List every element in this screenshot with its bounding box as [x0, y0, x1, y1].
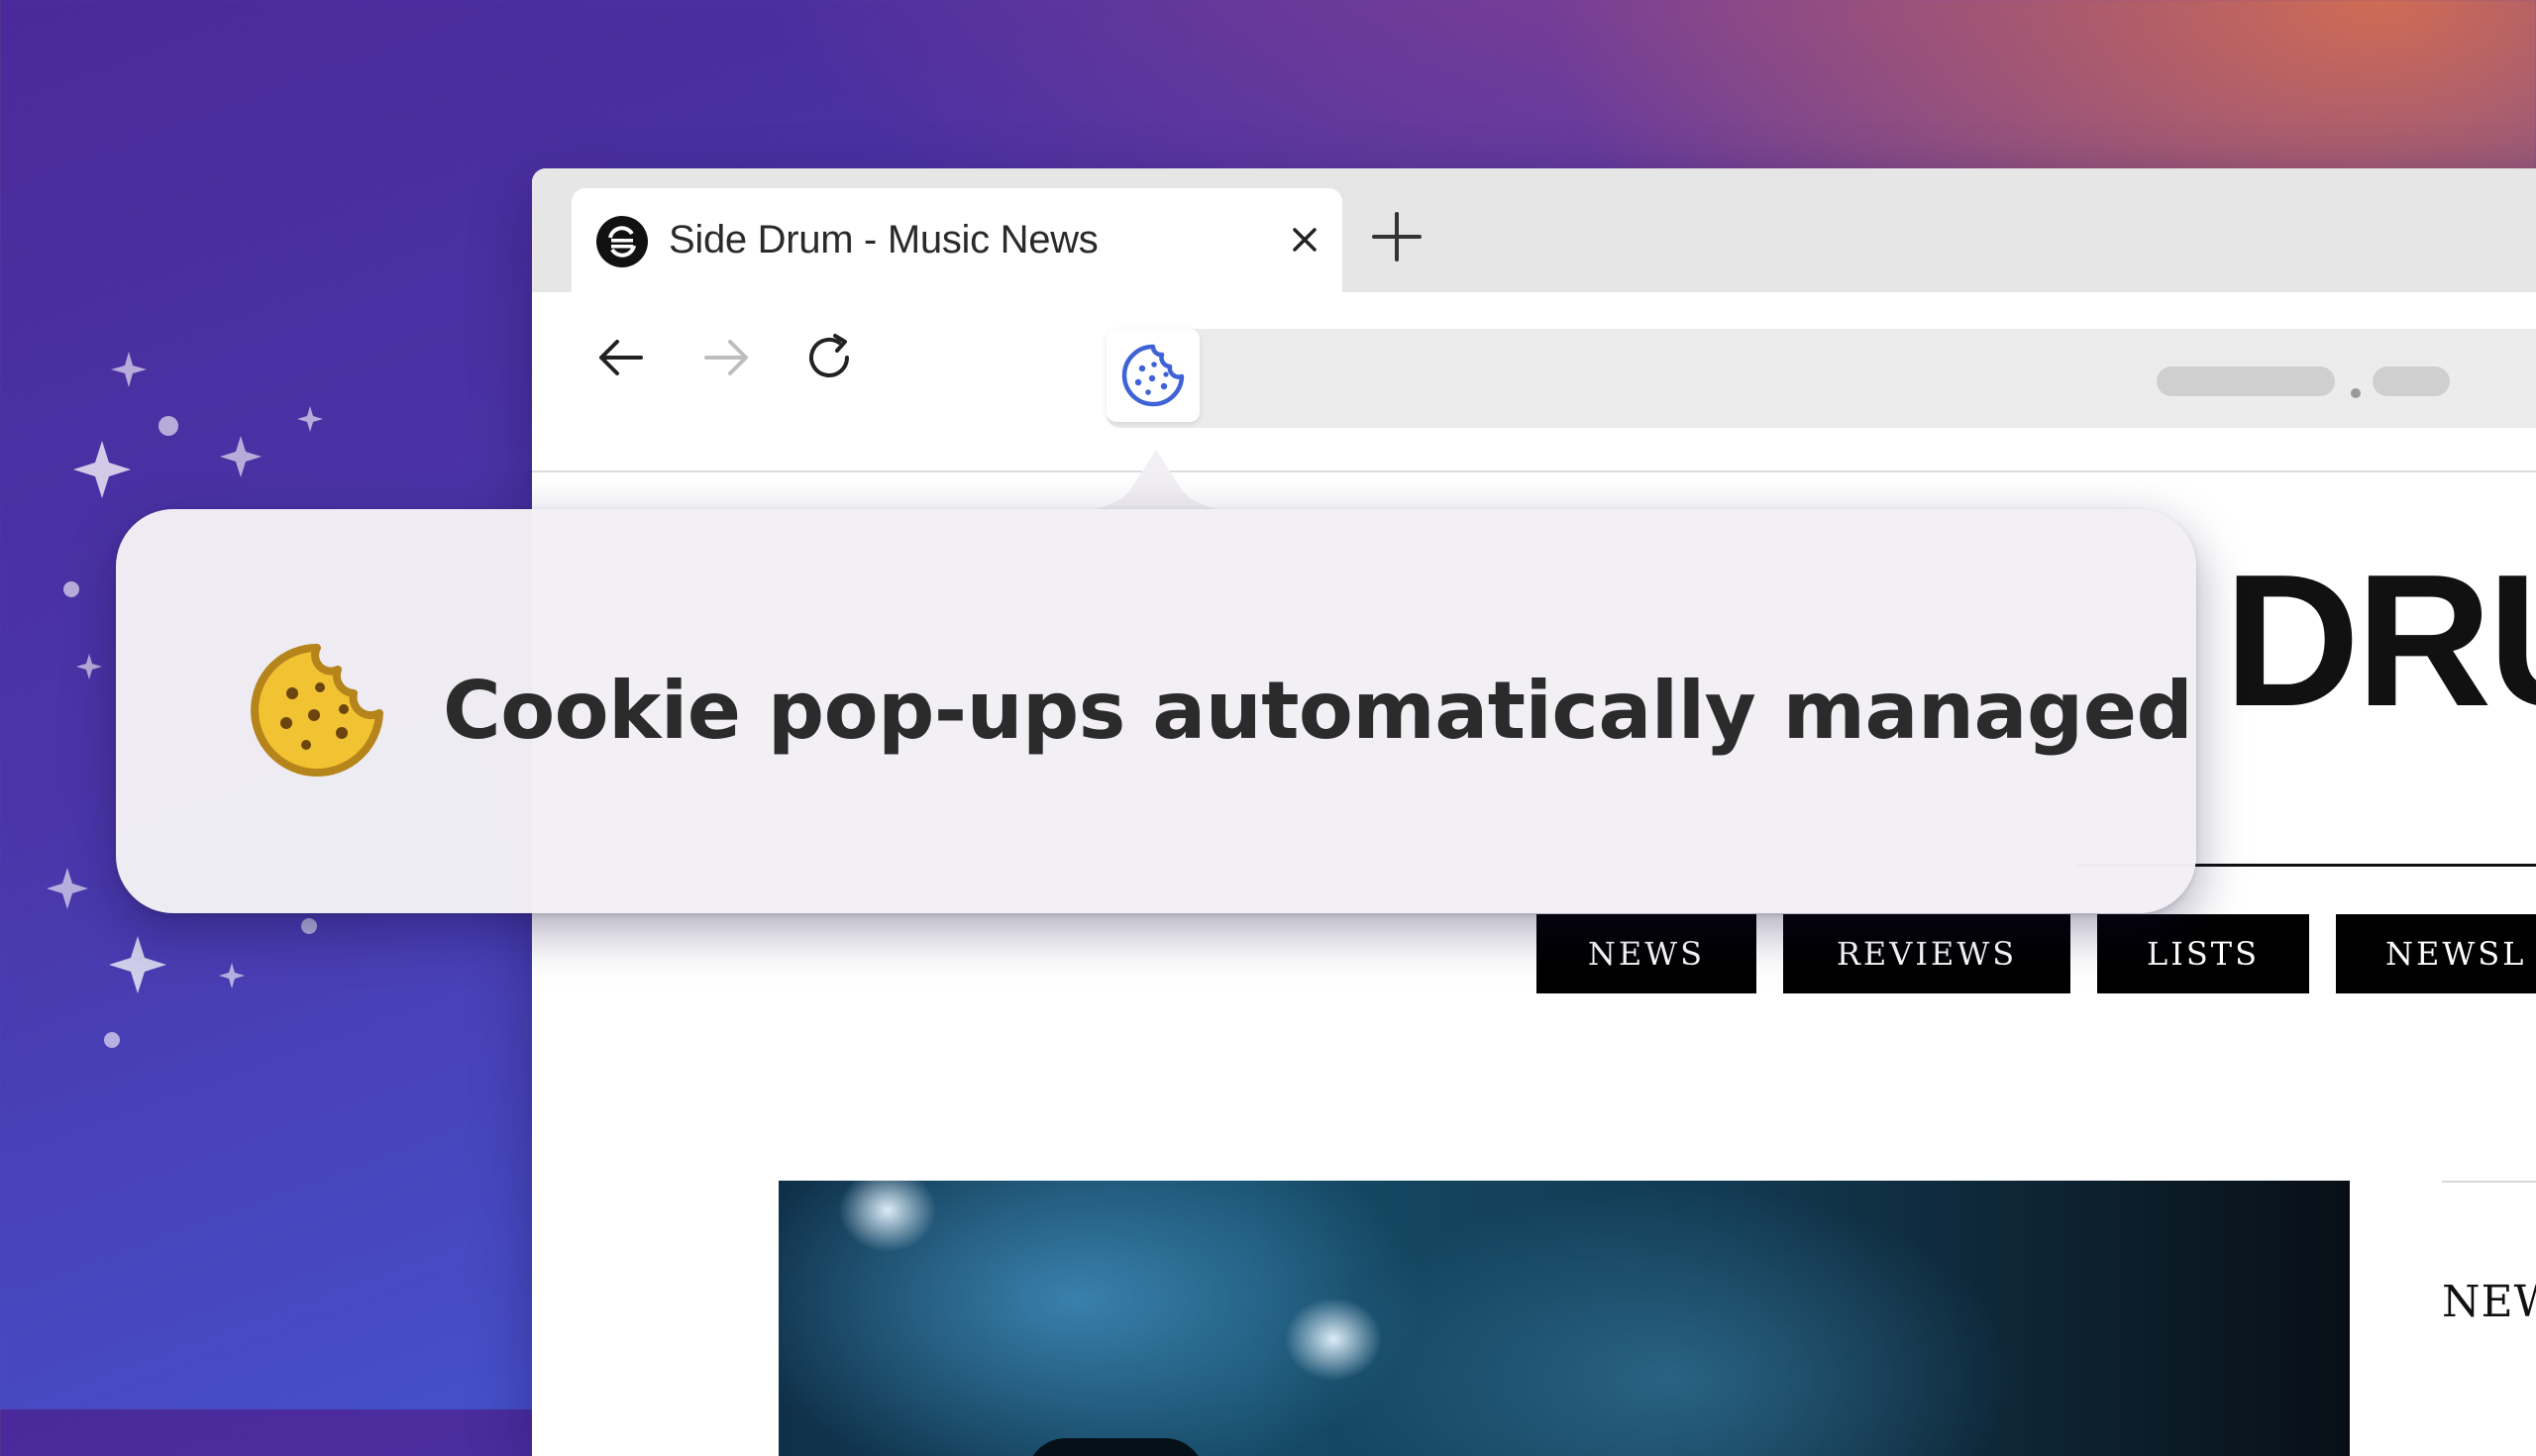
- cookie-icon: [251, 644, 383, 777]
- address-bar[interactable]: [1107, 329, 2536, 428]
- url-placeholder: [2157, 366, 2335, 396]
- site-logo[interactable]: DRU: [2224, 547, 2536, 735]
- tab-title: Side Drum - Music News: [669, 218, 1099, 261]
- sidebar-heading: NEW: [2442, 1277, 2536, 1327]
- hero-silhouette: [1026, 1438, 1205, 1456]
- divider: [2442, 1181, 2536, 1183]
- tab-side-drum[interactable]: Side Drum - Music News: [572, 188, 1342, 292]
- popover-arrow: [1072, 450, 1240, 511]
- popover-message: Cookie pop-ups automatically managed: [443, 665, 2193, 757]
- reload-icon[interactable]: [801, 330, 857, 385]
- hero-image[interactable]: [779, 1181, 2350, 1456]
- nav-newsletter[interactable]: NEWSL: [2336, 914, 2536, 993]
- toolbar: [532, 292, 2536, 472]
- cookie-extension-button[interactable]: [1107, 329, 1200, 422]
- site-logo-icon: [596, 216, 648, 267]
- cookie-popover: Cookie pop-ups automatically managed: [116, 509, 2196, 913]
- arrow-left-icon[interactable]: [593, 330, 649, 385]
- new-tab-icon[interactable]: [1370, 210, 1424, 263]
- url-placeholder: [2373, 366, 2450, 396]
- arrow-right-icon[interactable]: [698, 330, 754, 385]
- nav-reviews[interactable]: REVIEWS: [1783, 914, 2070, 993]
- close-icon[interactable]: [1283, 218, 1326, 261]
- url-dot: [2351, 388, 2361, 398]
- nav-lists[interactable]: LISTS: [2097, 914, 2309, 993]
- site-nav: NEWS REVIEWS LISTS NEWSL: [1536, 914, 2536, 993]
- tab-bar: Side Drum - Music News: [532, 168, 2536, 292]
- nav-news[interactable]: NEWS: [1536, 914, 1756, 993]
- cookie-icon: [1121, 344, 1185, 407]
